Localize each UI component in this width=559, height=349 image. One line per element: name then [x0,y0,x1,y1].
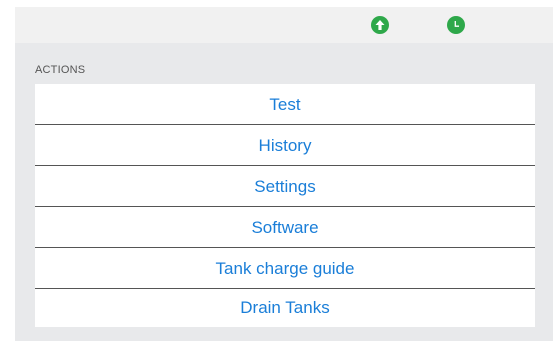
actions-list: Test History Settings Software Tank char… [35,84,535,327]
upload-status-icon [371,16,389,34]
clock-status-icon [447,16,465,34]
main-panel: ACTIONS Test History Settings Software T… [15,7,553,341]
test-button[interactable]: Test [35,84,535,125]
drain-tanks-button[interactable]: Drain Tanks [35,289,535,327]
settings-button[interactable]: Settings [35,166,535,207]
tank-charge-guide-button[interactable]: Tank charge guide [35,248,535,289]
status-bar [15,7,553,43]
software-button[interactable]: Software [35,207,535,248]
history-button[interactable]: History [35,125,535,166]
actions-section-header: ACTIONS [35,64,86,76]
